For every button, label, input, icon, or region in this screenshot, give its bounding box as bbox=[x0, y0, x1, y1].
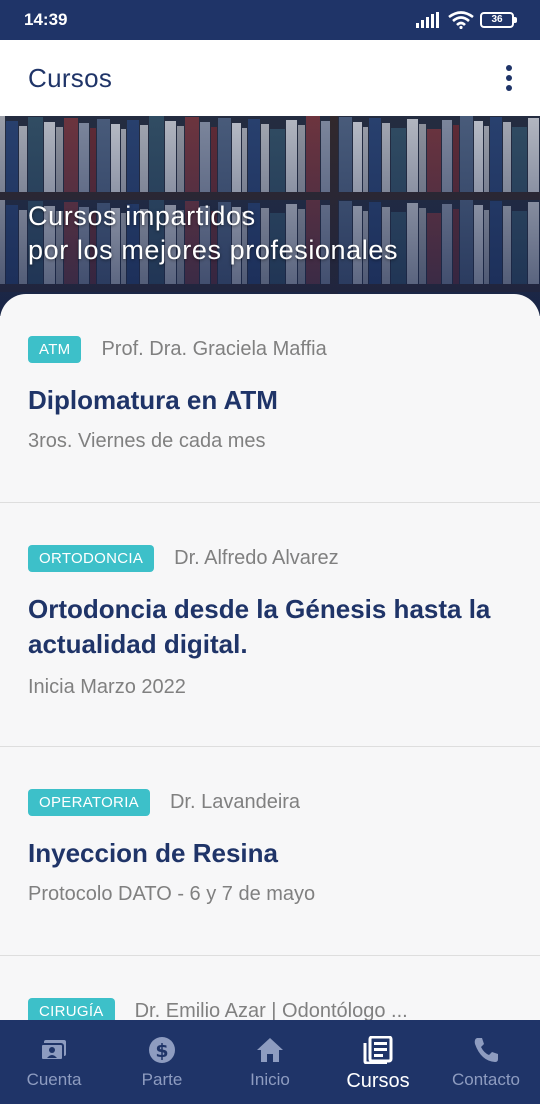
course-meta: CIRUGÍA Dr. Emilio Azar | Odontólogo ... bbox=[28, 998, 512, 1020]
professor-name: Dr. Alfredo Alvarez bbox=[174, 547, 339, 569]
professor-name: Dr. Lavandeira bbox=[169, 791, 301, 813]
course-card[interactable]: OPERATORIA Dr. Lavandeira Inyeccion de R… bbox=[0, 747, 540, 956]
nav-label: Contacto bbox=[451, 1070, 521, 1089]
status-bar: 14:39 36 bbox=[0, 0, 540, 40]
svg-text:$: $ bbox=[155, 1040, 168, 1062]
nav-inicio[interactable]: Inicio bbox=[216, 1036, 324, 1090]
course-meta: OPERATORIA Dr. Lavandeira bbox=[28, 789, 512, 816]
course-title: Ortodoncia desde la Génesis hasta la act… bbox=[28, 594, 491, 659]
hero-banner: Cursos impartidos por los mejores profes… bbox=[0, 116, 540, 316]
bottom-nav: Cuenta $ Parte Inicio Cursos Contacto bbox=[0, 1020, 540, 1104]
news-icon bbox=[363, 1036, 393, 1064]
account-card-icon bbox=[40, 1040, 66, 1061]
professor-name: Dr. Emilio Azar | Odontólogo ... bbox=[134, 1000, 408, 1020]
hero-line-2: por los mejores profesionales bbox=[28, 235, 399, 265]
course-title: Inyeccion de Resina bbox=[28, 838, 278, 868]
category-tag: OPERATORIA bbox=[28, 789, 150, 816]
course-meta: ATM Prof. Dra. Graciela Maffia bbox=[28, 336, 512, 363]
more-vert-icon[interactable] bbox=[498, 59, 520, 97]
category-tag: CIRUGÍA bbox=[28, 998, 115, 1020]
course-date: Protocolo DATO - 6 y 7 de mayo bbox=[28, 883, 316, 905]
nav-label: Cursos bbox=[346, 1070, 410, 1092]
course-list[interactable]: ATM Prof. Dra. Graciela Maffia Diplomatu… bbox=[0, 294, 540, 1020]
category-tag: ATM bbox=[28, 336, 82, 363]
nav-label: Parte bbox=[141, 1070, 183, 1089]
nav-cursos[interactable]: Cursos bbox=[324, 1036, 432, 1093]
course-date: Inicia Marzo 2022 bbox=[28, 676, 186, 698]
nav-parte[interactable]: $ Parte bbox=[108, 1036, 216, 1090]
battery-icon: 36 bbox=[480, 12, 517, 28]
hero-heading: Cursos impartidos por los mejores profes… bbox=[28, 199, 398, 267]
signal-icon bbox=[416, 12, 439, 28]
nav-contacto[interactable]: Contacto bbox=[432, 1036, 540, 1090]
page-title: Cursos bbox=[28, 62, 113, 93]
category-tag: ORTODONCIA bbox=[28, 545, 155, 572]
course-card[interactable]: ORTODONCIA Dr. Alfredo Alvarez Ortodonci… bbox=[0, 503, 540, 747]
course-date: 3ros. Viernes de cada mes bbox=[28, 430, 266, 452]
course-title: Diplomatura en ATM bbox=[28, 385, 278, 415]
professor-name: Prof. Dra. Graciela Maffia bbox=[101, 338, 327, 360]
phone-icon bbox=[474, 1038, 498, 1062]
wifi-icon bbox=[448, 11, 474, 29]
course-card[interactable]: ATM Prof. Dra. Graciela Maffia Diplomatu… bbox=[0, 294, 540, 503]
status-icons: 36 bbox=[416, 11, 517, 29]
battery-level: 36 bbox=[491, 14, 503, 25]
nav-cuenta[interactable]: Cuenta bbox=[0, 1036, 108, 1090]
dollar-circle-icon: $ bbox=[149, 1037, 175, 1063]
course-card[interactable]: CIRUGÍA Dr. Emilio Azar | Odontólogo ... bbox=[0, 956, 540, 1020]
hero-line-1: Cursos impartidos bbox=[28, 201, 256, 231]
course-meta: ORTODONCIA Dr. Alfredo Alvarez bbox=[28, 545, 512, 572]
home-icon bbox=[257, 1038, 283, 1062]
app-bar: Cursos bbox=[0, 40, 540, 116]
nav-label: Inicio bbox=[250, 1070, 290, 1089]
status-time: 14:39 bbox=[24, 10, 68, 29]
nav-label: Cuenta bbox=[26, 1070, 82, 1089]
